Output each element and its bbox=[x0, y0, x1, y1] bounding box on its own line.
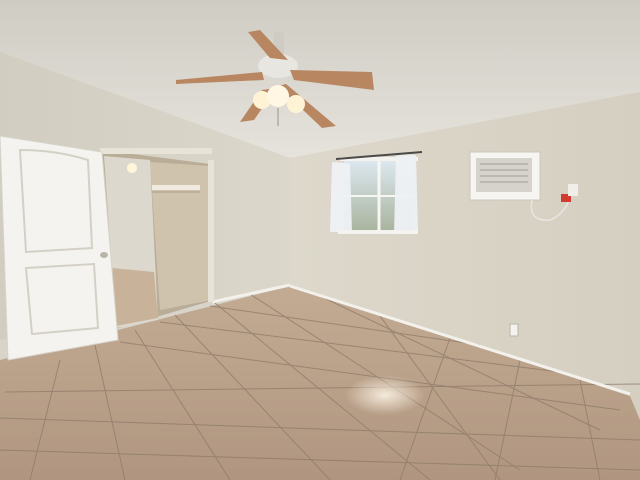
curtain-right bbox=[394, 154, 418, 234]
wall-outlet bbox=[509, 323, 519, 337]
six-panel-door bbox=[0, 135, 119, 361]
floor-reflection bbox=[345, 375, 425, 415]
door-knob bbox=[100, 252, 108, 258]
wall-air-conditioner bbox=[469, 151, 541, 201]
closet bbox=[100, 148, 214, 330]
curtain-left bbox=[330, 162, 352, 232]
room-photo bbox=[0, 0, 640, 480]
window bbox=[330, 151, 423, 234]
